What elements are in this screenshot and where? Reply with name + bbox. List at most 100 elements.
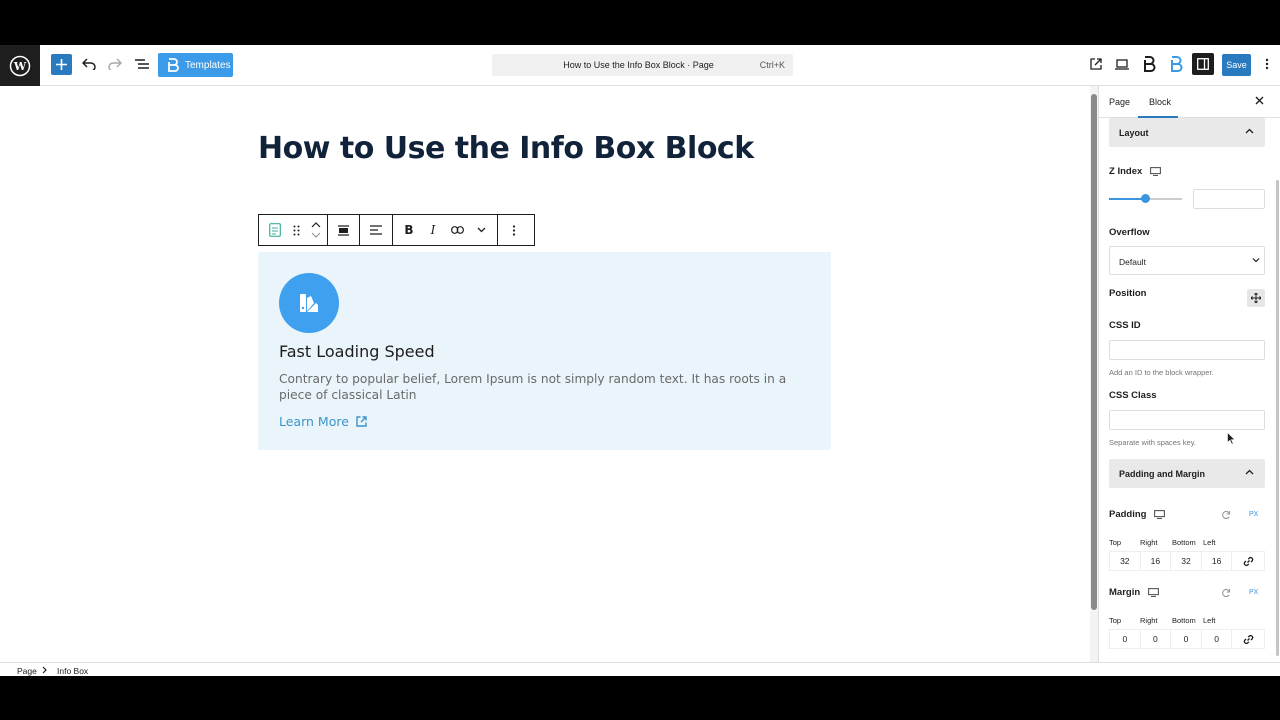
canvas-scrollbar[interactable] — [1090, 86, 1098, 663]
breadcrumb-page[interactable]: Page — [17, 666, 37, 676]
link-button[interactable] — [445, 215, 469, 245]
plus-icon — [56, 59, 67, 70]
info-box-description[interactable]: Contrary to popular belief, Lorem Ipsum … — [279, 372, 819, 403]
link-icon — [450, 226, 464, 234]
options-button[interactable] — [1260, 53, 1274, 75]
margin-right-input[interactable]: 0 — [1141, 630, 1172, 648]
block-toolbar-group-align-wide — [328, 215, 360, 245]
view-post-button[interactable] — [1085, 53, 1107, 75]
desktop-icon[interactable] — [1150, 167, 1162, 176]
info-box-block[interactable]: Fast Loading Speed Contrary to popular b… — [258, 252, 831, 450]
templates-button[interactable]: Templates — [158, 53, 233, 77]
drag-handle-icon — [293, 225, 299, 235]
post-title[interactable]: How to Use the Info Box Block — [258, 131, 754, 166]
padding-left-input[interactable]: 16 — [1202, 552, 1233, 570]
breadcrumb-info-box[interactable]: Info Box — [57, 666, 88, 676]
align-left-icon — [370, 225, 382, 235]
save-button[interactable]: Save — [1222, 54, 1251, 76]
add-block-button[interactable] — [51, 54, 72, 75]
z-index-slider-handle[interactable] — [1141, 194, 1150, 203]
tab-page[interactable]: Page — [1109, 97, 1130, 107]
padding-top-label: Top — [1109, 538, 1122, 547]
more-format-button[interactable] — [469, 215, 493, 245]
padding-margin-panel-header[interactable]: Padding and Margin — [1109, 459, 1265, 488]
layout-panel-header[interactable]: Layout — [1109, 118, 1265, 147]
z-index-input[interactable] — [1193, 189, 1265, 209]
css-id-input[interactable] — [1109, 340, 1265, 360]
block-options-button[interactable] — [502, 215, 526, 245]
command-palette-bar[interactable]: How to Use the Info Box Block · Page Ctr… — [492, 54, 793, 76]
margin-right-label: Right — [1140, 616, 1158, 625]
info-box-icon-circle — [279, 273, 339, 333]
canvas-scrollbar-thumb[interactable] — [1091, 94, 1097, 610]
settings-sidebar-toggle[interactable] — [1192, 53, 1214, 75]
css-class-input[interactable] — [1109, 410, 1265, 430]
align-wide-icon — [338, 224, 349, 236]
info-box-block-button[interactable] — [263, 215, 287, 245]
redo-button[interactable] — [104, 53, 126, 75]
block-align-button[interactable] — [332, 215, 356, 245]
position-button[interactable] — [1247, 289, 1265, 307]
drag-handle[interactable] — [287, 215, 305, 245]
editor-top-bar: W Templates How to Use the Info Box Bloc… — [0, 45, 1280, 86]
italic-button[interactable]: I — [421, 215, 445, 245]
brand-b-icon — [168, 58, 179, 72]
reset-icon[interactable] — [1221, 510, 1231, 520]
brand-b-dark-icon — [1144, 56, 1156, 72]
more-vertical-icon — [512, 224, 516, 236]
block-toolbar-group-text-align — [360, 215, 393, 245]
chevron-right-icon — [42, 666, 47, 674]
padding-margin-panel-title: Padding and Margin — [1119, 469, 1206, 479]
preview-button[interactable] — [1111, 53, 1133, 75]
margin-unit[interactable]: PX — [1249, 589, 1258, 596]
info-box-title[interactable]: Fast Loading Speed — [279, 342, 435, 361]
text-align-button[interactable] — [364, 215, 388, 245]
document-overview-button[interactable] — [131, 53, 153, 75]
learn-more-link[interactable]: Learn More — [279, 414, 367, 429]
chevron-down-icon[interactable] — [311, 232, 321, 238]
margin-link-button[interactable] — [1232, 630, 1264, 648]
brand-plugin-button[interactable] — [1138, 53, 1160, 75]
block-toolbar: B I — [258, 214, 535, 246]
margin-left-label: Left — [1203, 616, 1216, 625]
close-sidebar-button[interactable] — [1255, 94, 1264, 108]
chevron-up-icon[interactable] — [311, 222, 321, 228]
padding-link-button[interactable] — [1232, 552, 1264, 570]
padding-right-input[interactable]: 16 — [1141, 552, 1172, 570]
editor-canvas: How to Use the Info Box Block B I Fast L… — [0, 86, 1090, 663]
sidebar-scrollbar[interactable] — [1276, 180, 1279, 656]
overflow-label: Overflow — [1109, 227, 1150, 238]
learn-more-label: Learn More — [279, 414, 349, 429]
margin-bottom-input[interactable]: 0 — [1171, 630, 1202, 648]
padding-unit[interactable]: PX — [1249, 511, 1258, 518]
padding-label-text: Padding — [1109, 509, 1147, 520]
external-link-icon — [1090, 58, 1102, 70]
block-toolbar-group-parent — [259, 215, 328, 245]
mouse-cursor-icon — [1227, 432, 1236, 445]
padding-bottom-input[interactable]: 32 — [1171, 552, 1202, 570]
brand-b-blue-icon — [1171, 56, 1183, 72]
z-index-slider[interactable] — [1109, 194, 1182, 203]
tab-block[interactable]: Block — [1149, 97, 1171, 107]
desktop-icon[interactable] — [1154, 510, 1166, 519]
bold-button[interactable]: B — [397, 215, 421, 245]
brand-settings-button[interactable] — [1165, 53, 1187, 75]
swatches-icon — [300, 294, 318, 312]
move-up-down[interactable] — [305, 215, 327, 245]
overflow-select[interactable]: Default — [1109, 246, 1265, 275]
padding-top-input[interactable]: 32 — [1110, 552, 1141, 570]
margin-top-input[interactable]: 0 — [1110, 630, 1141, 648]
info-box-block-icon — [269, 223, 281, 237]
css-id-help: Add an ID to the block wrapper. — [1109, 368, 1214, 377]
margin-left-input[interactable]: 0 — [1202, 630, 1233, 648]
padding-bottom-label: Bottom — [1172, 538, 1196, 547]
editor-screen: W Templates How to Use the Info Box Bloc… — [0, 45, 1280, 676]
css-class-label: CSS Class — [1109, 390, 1157, 401]
desktop-icon[interactable] — [1148, 588, 1160, 597]
shortcut-hint: Ctrl+K — [759, 60, 785, 70]
wordpress-logo-button[interactable]: W — [0, 45, 40, 86]
sidebar-tabs: Page Block — [1099, 86, 1280, 118]
overflow-select-value: Default — [1119, 257, 1146, 267]
undo-button[interactable] — [78, 53, 100, 75]
reset-icon[interactable] — [1221, 588, 1231, 598]
